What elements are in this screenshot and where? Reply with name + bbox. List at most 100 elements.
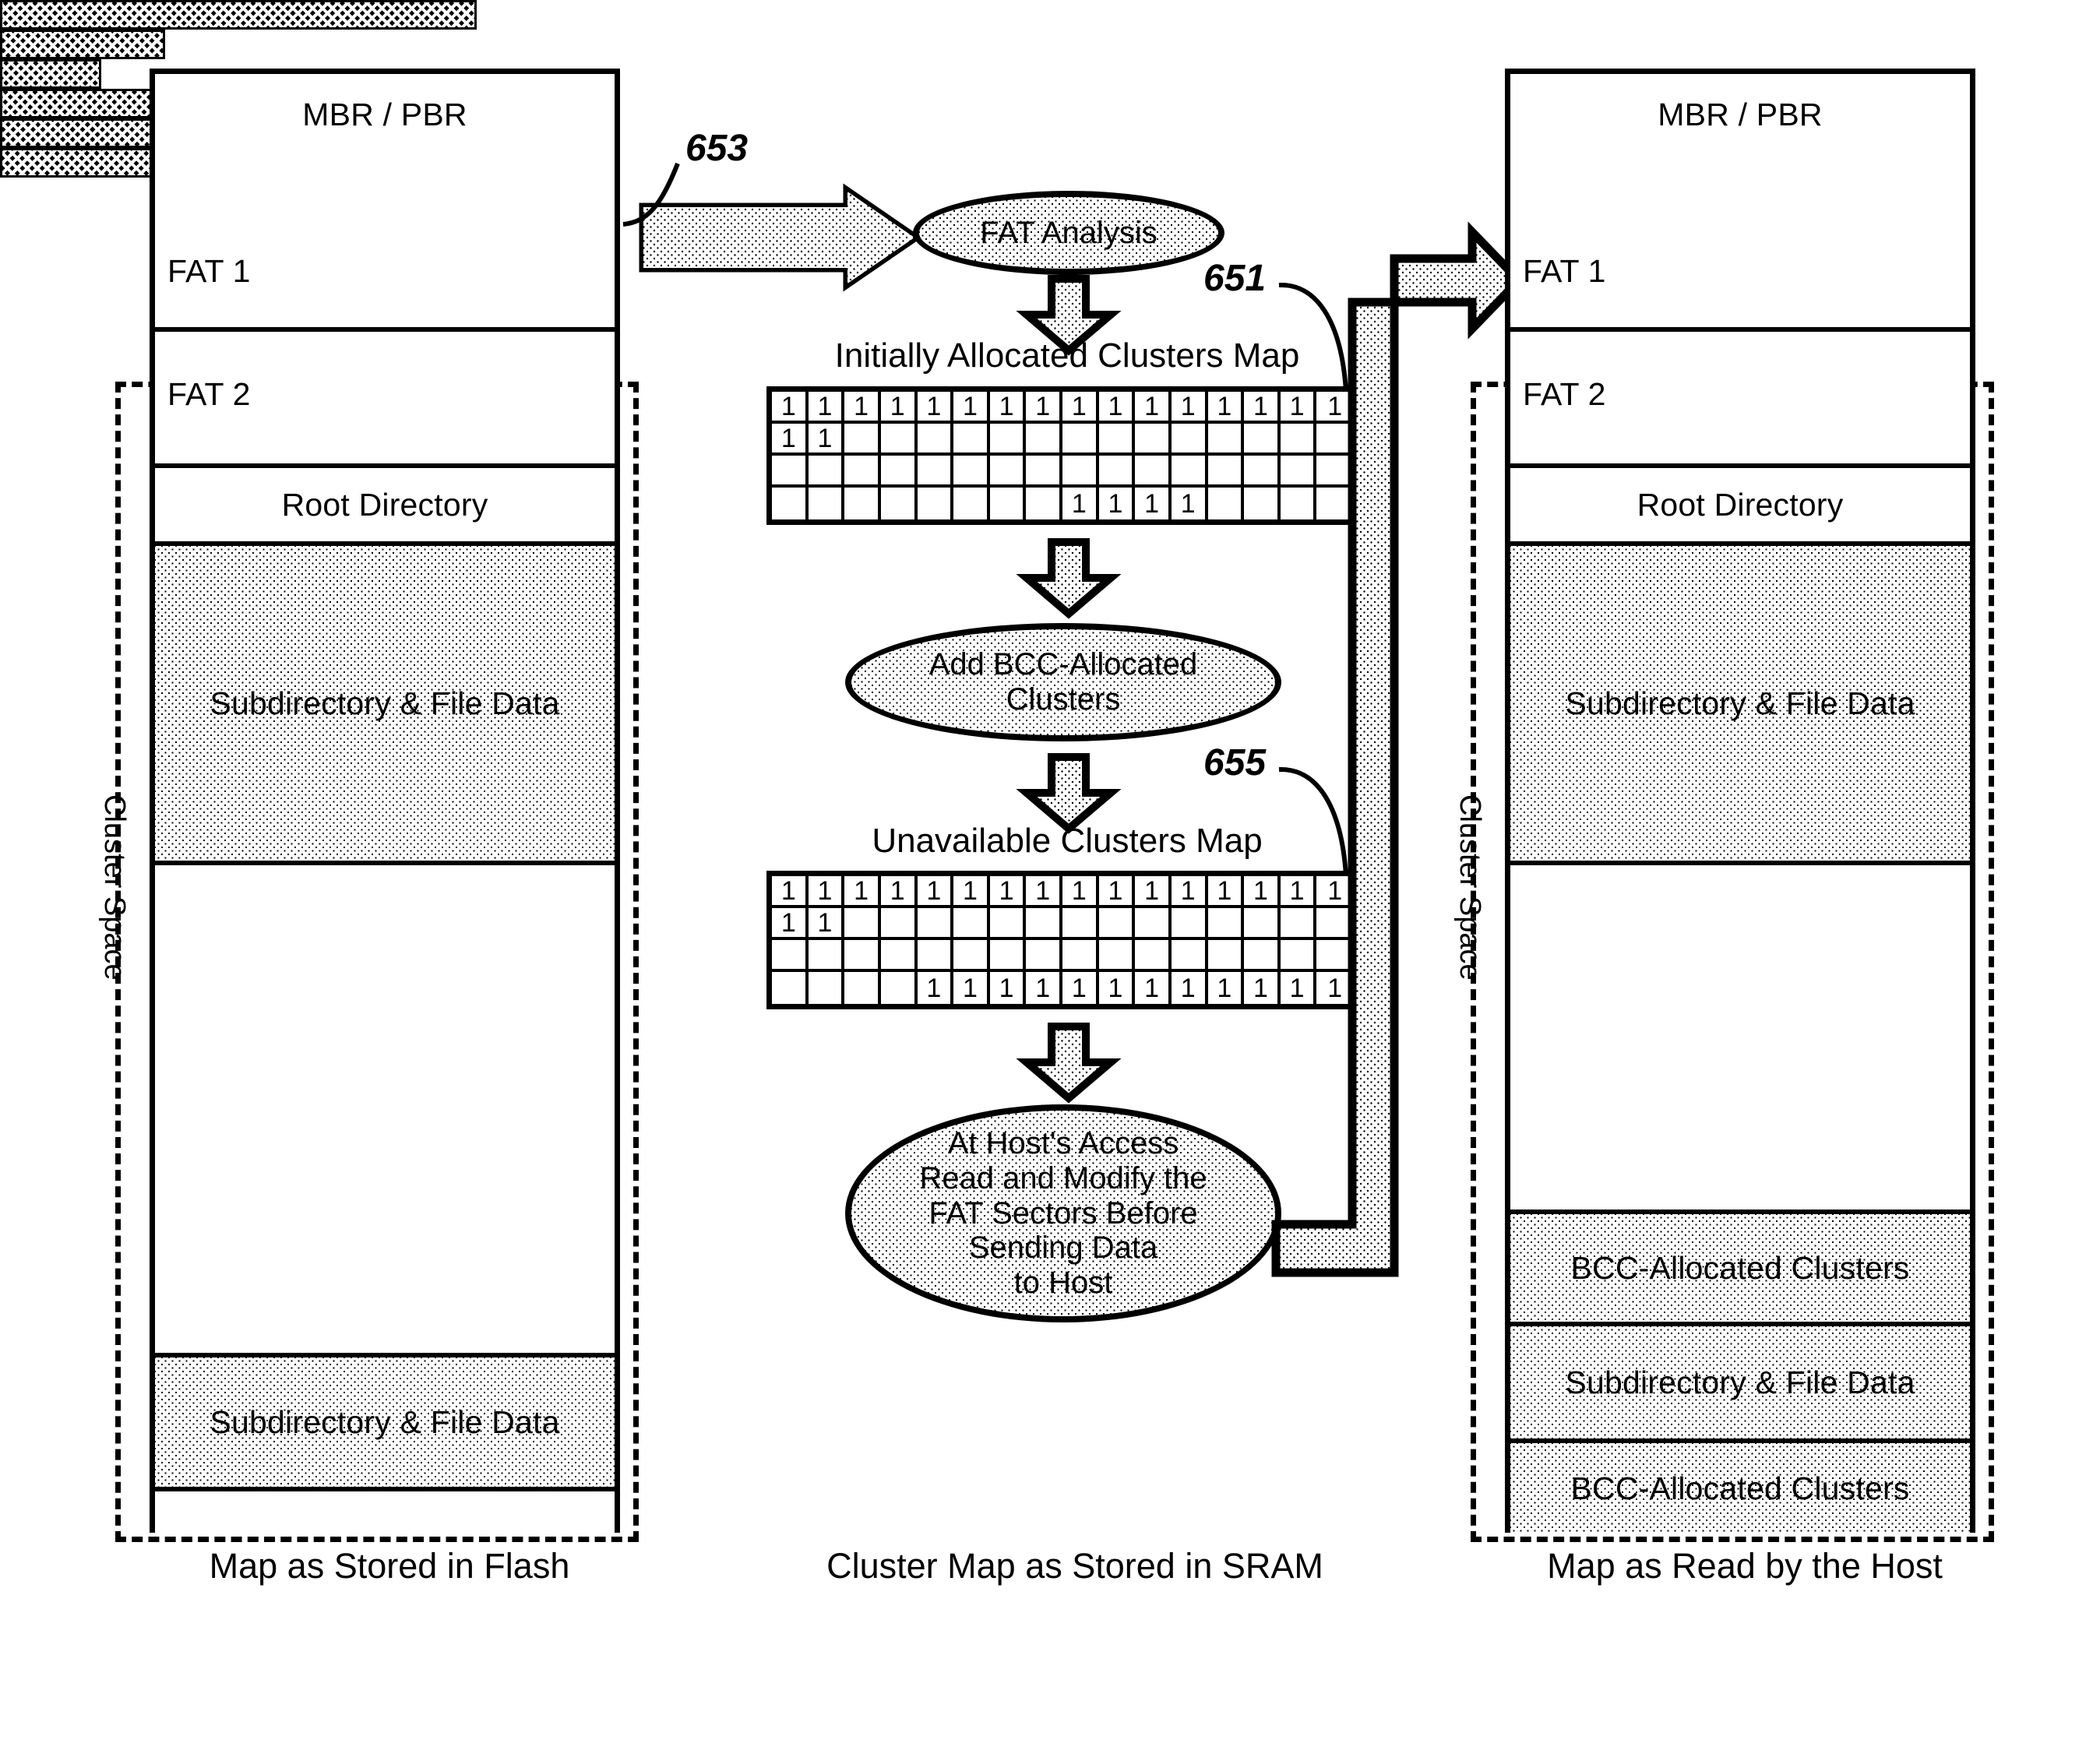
cluster-map-cell: [880, 456, 918, 488]
cluster-map-cell: [989, 940, 1027, 972]
right-seg-root-directory-label: Root Directory: [1637, 486, 1844, 523]
right-seg-fat2: FAT 2: [1510, 332, 1970, 456]
cluster-map-cell: [1062, 424, 1099, 456]
cluster-map-cell: 1: [1099, 488, 1136, 519]
cluster-map-cell: [1026, 908, 1062, 940]
left-seg-subdir-file-data-2-label: Subdirectory & File Data: [210, 1403, 560, 1440]
cluster-map-cell: 1: [1135, 392, 1172, 424]
left-seg-mbr-pbr: MBR / PBR: [155, 74, 615, 155]
cluster-map-cell: 1: [844, 392, 881, 424]
cluster-map-cell: [772, 456, 809, 488]
cluster-map-cell: 1: [1135, 876, 1172, 908]
cluster-map-cell: 1: [918, 972, 954, 1004]
cluster-map-cell: 1: [772, 424, 809, 456]
cluster-map-cell: [844, 424, 881, 456]
ref-number-655: 655: [1203, 742, 1267, 783]
right-seg-bcc-allocated-2: BCC-Allocated Clusters: [1510, 1443, 1970, 1533]
cluster-map-cell: [1135, 940, 1172, 972]
cluster-map-cell: [1026, 488, 1062, 519]
cluster-map-cell: 1: [1135, 972, 1172, 1004]
cluster-map-cell: 1: [1171, 876, 1208, 908]
cluster-map-cell: [880, 424, 918, 456]
add-bcc-allocated-clusters-label: Add BCC-Allocated Clusters: [928, 647, 1198, 717]
cluster-map-cell: [881, 972, 918, 1004]
cluster-map-cell: [881, 488, 918, 519]
right-caption: Map as Read by the Host: [1547, 1546, 1943, 1586]
cluster-map-cell: 1: [953, 392, 990, 424]
cluster-map-cell: [880, 940, 918, 972]
cluster-map-cell: [953, 456, 990, 488]
cluster-map-cell: [953, 424, 990, 456]
left-seg-fat1-label: FAT 1: [167, 252, 251, 289]
cluster-map-cell: [953, 940, 990, 972]
cluster-map-cell: 1: [990, 972, 1027, 1004]
cluster-map-cell: [880, 908, 918, 940]
cluster-map-cell: [1207, 424, 1245, 456]
cluster-map-cell: 1: [917, 392, 954, 424]
cluster-map-cell: 1: [1026, 876, 1062, 908]
cluster-map-cell: [989, 424, 1027, 456]
cluster-map-cell: [809, 488, 845, 519]
cluster-map-cell: [1171, 424, 1208, 456]
cluster-map-cell: 1: [1098, 876, 1136, 908]
cluster-map-cell: [844, 940, 881, 972]
cluster-map-cell: [844, 972, 881, 1004]
cluster-map-cell: [1171, 456, 1208, 488]
cluster-map-cell: [1062, 456, 1099, 488]
cluster-map-cell: [1098, 456, 1136, 488]
cluster-map-cell: 1: [808, 424, 845, 456]
left-seg-free-2: [155, 1491, 615, 1533]
left-cluster-space-label: Cluster Space: [98, 794, 131, 981]
cluster-map-cell: [1207, 908, 1245, 940]
cluster-map-cell: 1: [772, 392, 809, 424]
cluster-map-cell: 1: [844, 876, 881, 908]
cluster-map-cell: 1: [1099, 972, 1136, 1004]
cluster-map-cell: 1: [1172, 972, 1208, 1004]
left-seg-subdir-file-data-2: Subdirectory & File Data: [155, 1353, 615, 1491]
cluster-map-cell: 1: [1062, 876, 1099, 908]
cluster-map-cell: [772, 972, 809, 1004]
left-seg-root-directory: Root Directory: [155, 463, 615, 546]
right-seg-free-1: [1510, 865, 1970, 1210]
right-seg-bcc-allocated-2-label: BCC-Allocated Clusters: [1570, 1470, 1910, 1506]
left-seg-free-1: [155, 865, 615, 1353]
left-seg-mbr-pbr-label: MBR / PBR: [302, 96, 467, 132]
cluster-map-cell: [1026, 940, 1062, 972]
cluster-map-cell: 1: [989, 392, 1027, 424]
cluster-map-cell: 1: [772, 876, 809, 908]
cluster-map-cell: 1: [1172, 488, 1208, 519]
right-cluster-space-label: Cluster Space: [1453, 794, 1486, 981]
cluster-map-cell: 1: [880, 876, 918, 908]
cluster-map-cell: 1: [1062, 392, 1099, 424]
right-seg-subdir-file-data-1-label: Subdirectory & File Data: [1565, 685, 1915, 721]
cluster-map-cell: 1: [1207, 392, 1245, 424]
cluster-map-cell: [1207, 456, 1245, 488]
right-seg-fat2-label: FAT 2: [1523, 375, 1606, 412]
cluster-map-cell: [1062, 940, 1099, 972]
cluster-map-cell: 1: [1171, 392, 1208, 424]
left-fat-usage-band-row2: [0, 30, 165, 59]
cluster-map-cell: [953, 488, 990, 519]
at-host-access-label: At Host's Access Read and Modify the FAT…: [919, 1126, 1207, 1301]
cluster-map-cell: [1062, 908, 1099, 940]
add-bcc-allocated-clusters-node: Add BCC-Allocated Clusters: [845, 623, 1281, 741]
right-fat-usage-band-row2: [0, 118, 165, 148]
left-fat-usage-band-row1: [0, 0, 477, 30]
right-seg-mbr-pbr-label: MBR / PBR: [1658, 96, 1823, 132]
cluster-map-cell: [1208, 488, 1245, 519]
cluster-map-cell: [953, 908, 990, 940]
left-seg-root-directory-label: Root Directory: [281, 486, 488, 523]
cluster-map-cell: 1: [989, 876, 1027, 908]
cluster-map-cell: [989, 908, 1027, 940]
ref-number-651: 651: [1203, 258, 1267, 299]
cluster-map-cell: [1135, 908, 1172, 940]
cluster-map-cell: 1: [880, 392, 918, 424]
cluster-map-cell: 1: [1135, 488, 1172, 519]
right-seg-subdir-file-data-2-label: Subdirectory & File Data: [1565, 1364, 1915, 1400]
cluster-map-cell: [1098, 424, 1136, 456]
left-seg-fat2-label: FAT 2: [167, 375, 251, 412]
cluster-map-cell: [1026, 424, 1062, 456]
cluster-map-cell: [1135, 424, 1172, 456]
down-arrow-2: [1016, 538, 1122, 619]
left-seg-subdir-file-data-1-label: Subdirectory & File Data: [210, 685, 560, 721]
